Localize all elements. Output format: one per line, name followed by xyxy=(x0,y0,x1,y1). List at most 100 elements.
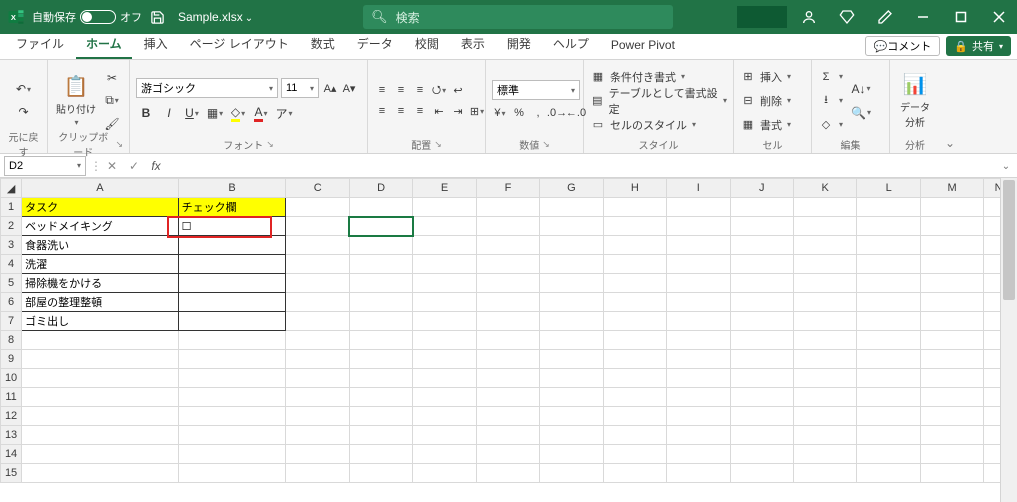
col-header[interactable]: A xyxy=(22,179,178,198)
font-name-select[interactable]: 游ゴシック▾ xyxy=(136,78,278,98)
vertical-scrollbar[interactable] xyxy=(1000,178,1017,502)
name-box[interactable]: D2▾ xyxy=(4,156,86,176)
row-header[interactable]: 12 xyxy=(1,407,22,426)
account-indicator[interactable] xyxy=(737,6,787,28)
decrease-font-button[interactable]: A▾ xyxy=(341,80,357,96)
undo-button[interactable]: ↶▾ xyxy=(14,79,34,99)
cell[interactable]: ☐ xyxy=(178,217,286,236)
expand-formula-bar-button[interactable]: ⌄ xyxy=(997,154,1015,178)
dialog-launcher-icon[interactable]: ↘ xyxy=(542,139,550,150)
inc-decimal-button[interactable]: .0→ xyxy=(549,105,565,121)
italic-button[interactable]: I xyxy=(159,103,179,123)
conditional-format-button[interactable]: ▦条件付き書式▾ xyxy=(590,67,685,87)
cell[interactable] xyxy=(178,236,286,255)
percent-button[interactable]: % xyxy=(511,105,527,121)
align-middle-button[interactable]: ≡ xyxy=(393,82,409,98)
col-header[interactable]: J xyxy=(730,179,793,198)
row-header[interactable]: 11 xyxy=(1,388,22,407)
underline-button[interactable]: U▾ xyxy=(182,103,202,123)
align-left-button[interactable]: ≡ xyxy=(374,103,390,119)
indent-inc-button[interactable]: ⇥ xyxy=(450,103,466,119)
comma-button[interactable]: , xyxy=(530,105,546,121)
cell[interactable] xyxy=(178,274,286,293)
close-button[interactable] xyxy=(981,0,1017,34)
cell[interactable]: 洗濯 xyxy=(22,255,178,274)
row-header[interactable]: 5 xyxy=(1,274,22,293)
cancel-entry-button[interactable]: ✕ xyxy=(102,156,122,176)
currency-button[interactable]: ¥▾ xyxy=(492,105,508,121)
format-cells-button[interactable]: ▦書式▾ xyxy=(740,115,791,135)
row-header[interactable]: 13 xyxy=(1,426,22,445)
sort-filter-button[interactable]: A↓▾ xyxy=(851,79,871,99)
tab-formulas[interactable]: 数式 xyxy=(301,31,345,59)
tab-insert[interactable]: 挿入 xyxy=(134,31,178,59)
format-as-table-button[interactable]: ▤テーブルとして書式設定▾ xyxy=(590,91,727,111)
comments-button[interactable]: 💬 コメント xyxy=(865,36,941,56)
row-header[interactable]: 7 xyxy=(1,312,22,331)
row-header[interactable]: 9 xyxy=(1,350,22,369)
cell[interactable]: ゴミ出し xyxy=(22,312,178,331)
col-header[interactable]: M xyxy=(920,179,983,198)
tab-developer[interactable]: 開発 xyxy=(497,31,541,59)
fill-color-button[interactable]: ◇▾ xyxy=(228,103,248,123)
pencil-icon[interactable] xyxy=(867,0,903,34)
col-header[interactable]: E xyxy=(413,179,476,198)
phonetic-button[interactable]: ア▾ xyxy=(274,103,294,123)
wrap-text-button[interactable]: ↩ xyxy=(450,82,466,98)
dialog-launcher-icon[interactable]: ↘ xyxy=(434,139,442,150)
tab-powerpivot[interactable]: Power Pivot xyxy=(601,34,685,59)
analyze-data-button[interactable]: 📊 データ 分析 xyxy=(896,72,934,129)
row-header[interactable]: 1 xyxy=(1,198,22,217)
row-header[interactable]: 14 xyxy=(1,445,22,464)
row-header[interactable]: 4 xyxy=(1,255,22,274)
col-header[interactable]: I xyxy=(667,179,730,198)
orientation-button[interactable]: ⭯▾ xyxy=(431,82,447,98)
tab-pagelayout[interactable]: ページ レイアウト xyxy=(180,31,299,59)
cell-styles-button[interactable]: ▭セルのスタイル▾ xyxy=(590,115,696,135)
tab-view[interactable]: 表示 xyxy=(451,31,495,59)
col-header[interactable]: L xyxy=(857,179,920,198)
cut-button[interactable]: ✂ xyxy=(102,68,122,88)
search-input[interactable]: 🔍︎ 検索 xyxy=(363,5,673,29)
row-header[interactable]: 15 xyxy=(1,464,22,483)
align-right-button[interactable]: ≡ xyxy=(412,103,428,119)
tab-home[interactable]: ホーム xyxy=(76,31,132,59)
formula-input[interactable] xyxy=(166,156,1017,176)
increase-font-button[interactable]: A▴ xyxy=(322,80,338,96)
col-header[interactable]: B xyxy=(178,179,286,198)
cell[interactable]: タスク xyxy=(22,198,178,217)
account-icon[interactable] xyxy=(791,0,827,34)
col-header[interactable]: G xyxy=(540,179,603,198)
align-bottom-button[interactable]: ≡ xyxy=(412,82,428,98)
row-header[interactable]: 6 xyxy=(1,293,22,312)
insert-function-button[interactable]: fx xyxy=(146,156,166,176)
row-header[interactable]: 2 xyxy=(1,217,22,236)
align-center-button[interactable]: ≡ xyxy=(393,103,409,119)
minimize-button[interactable] xyxy=(905,0,941,34)
diamond-icon[interactable] xyxy=(829,0,865,34)
col-header[interactable]: D xyxy=(349,179,412,198)
cell[interactable]: 部屋の整理整頓 xyxy=(22,293,178,312)
save-button[interactable] xyxy=(148,8,166,26)
row-header[interactable]: 8 xyxy=(1,331,22,350)
filename[interactable]: Sample.xlsx⌄ xyxy=(178,10,253,24)
tab-review[interactable]: 校閲 xyxy=(405,31,449,59)
spreadsheet-grid[interactable]: ◢ A B C D E F G H I J K L M N 1 タスク チェック… xyxy=(0,178,1017,502)
tab-data[interactable]: データ xyxy=(347,31,403,59)
font-size-select[interactable]: 11▾ xyxy=(281,78,319,98)
row-header[interactable]: 10 xyxy=(1,369,22,388)
redo-button[interactable]: ↷ xyxy=(14,102,34,122)
clear-button[interactable]: ◇▾ xyxy=(818,115,843,135)
cell[interactable]: 食器洗い xyxy=(22,236,178,255)
share-button[interactable]: 🔒共有▾ xyxy=(946,36,1011,56)
align-top-button[interactable]: ≡ xyxy=(374,82,390,98)
bold-button[interactable]: B xyxy=(136,103,156,123)
cell[interactable]: 掃除機をかける xyxy=(22,274,178,293)
tab-file[interactable]: ファイル xyxy=(6,31,74,59)
delete-cells-button[interactable]: ⊟削除▾ xyxy=(740,91,791,111)
borders-button[interactable]: ▦▾ xyxy=(205,103,225,123)
col-header[interactable]: F xyxy=(476,179,539,198)
maximize-button[interactable] xyxy=(943,0,979,34)
copy-button[interactable]: ⧉▾ xyxy=(102,91,122,111)
merge-button[interactable]: ⊞▾ xyxy=(469,103,485,119)
